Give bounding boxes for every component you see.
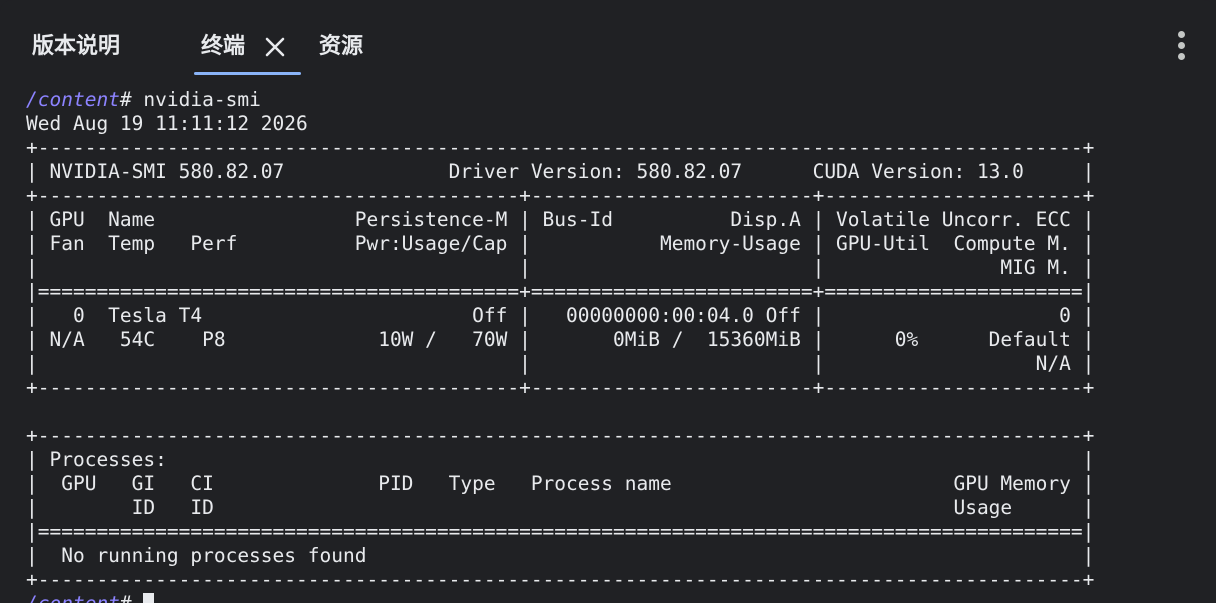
tab-release-notes[interactable]: 版本说明 xyxy=(32,30,120,64)
command-text: nvidia-smi xyxy=(131,88,261,111)
tab-bar: 版本说明 终端 资源 xyxy=(0,0,1216,78)
output-line: +---------------------------------------… xyxy=(26,136,1095,159)
output-line: | GPU Name Persistence-M | Bus-Id Disp.A… xyxy=(26,208,1095,231)
prompt-path: /content xyxy=(26,88,120,111)
output-line: +---------------------------------------… xyxy=(26,184,1095,207)
prompt-symbol: # xyxy=(120,592,132,603)
terminal-output[interactable]: /content# nvidia-smi Wed Aug 19 11:11:12… xyxy=(26,88,1196,603)
output-line: Wed Aug 19 11:11:12 2026 xyxy=(26,112,308,135)
command-line: /content# nvidia-smi xyxy=(26,88,1196,112)
output-line: | GPU GI CI PID Type Process name GPU Me… xyxy=(26,472,1095,495)
tab-resources[interactable]: 资源 xyxy=(319,30,363,64)
output-line: | N/A 54C P8 10W / 70W | 0MiB / 15360MiB… xyxy=(26,328,1095,351)
output-line: |=======================================… xyxy=(26,520,1095,543)
more-vert-icon[interactable] xyxy=(1170,28,1194,62)
output-line: | | | N/A | xyxy=(26,352,1095,375)
prompt-symbol: # xyxy=(119,88,132,111)
text-cursor xyxy=(143,593,155,603)
output-line: | No running processes found | xyxy=(26,544,1095,567)
output-line: | | | MIG M. | xyxy=(26,256,1095,279)
output-line: | Fan Temp Perf Pwr:Usage/Cap | Memory-U… xyxy=(26,232,1095,255)
final-prompt-line[interactable]: /content# xyxy=(26,592,1196,603)
output-line: +---------------------------------------… xyxy=(26,376,1095,399)
tab-terminal[interactable]: 终端 xyxy=(201,30,245,64)
output-line: +---------------------------------------… xyxy=(26,568,1095,591)
close-icon[interactable] xyxy=(263,35,287,59)
output-line: | ID ID Usage | xyxy=(26,496,1095,519)
prompt-path: /content xyxy=(26,592,120,603)
output-line: | 0 Tesla T4 Off | 00000000:00:04.0 Off … xyxy=(26,304,1095,327)
output-line: | Processes: | xyxy=(26,448,1095,471)
output-line: +---------------------------------------… xyxy=(26,424,1095,447)
output-lines: Wed Aug 19 11:11:12 2026 +---------------… xyxy=(26,112,1196,592)
output-line: |=======================================… xyxy=(26,280,1095,303)
output-line: | NVIDIA-SMI 580.82.07 Driver Version: 5… xyxy=(26,160,1095,183)
terminal-window: 版本说明 终端 资源 /content# nvidia-smi Wed Aug … xyxy=(0,0,1216,603)
active-tab-indicator xyxy=(194,72,301,75)
